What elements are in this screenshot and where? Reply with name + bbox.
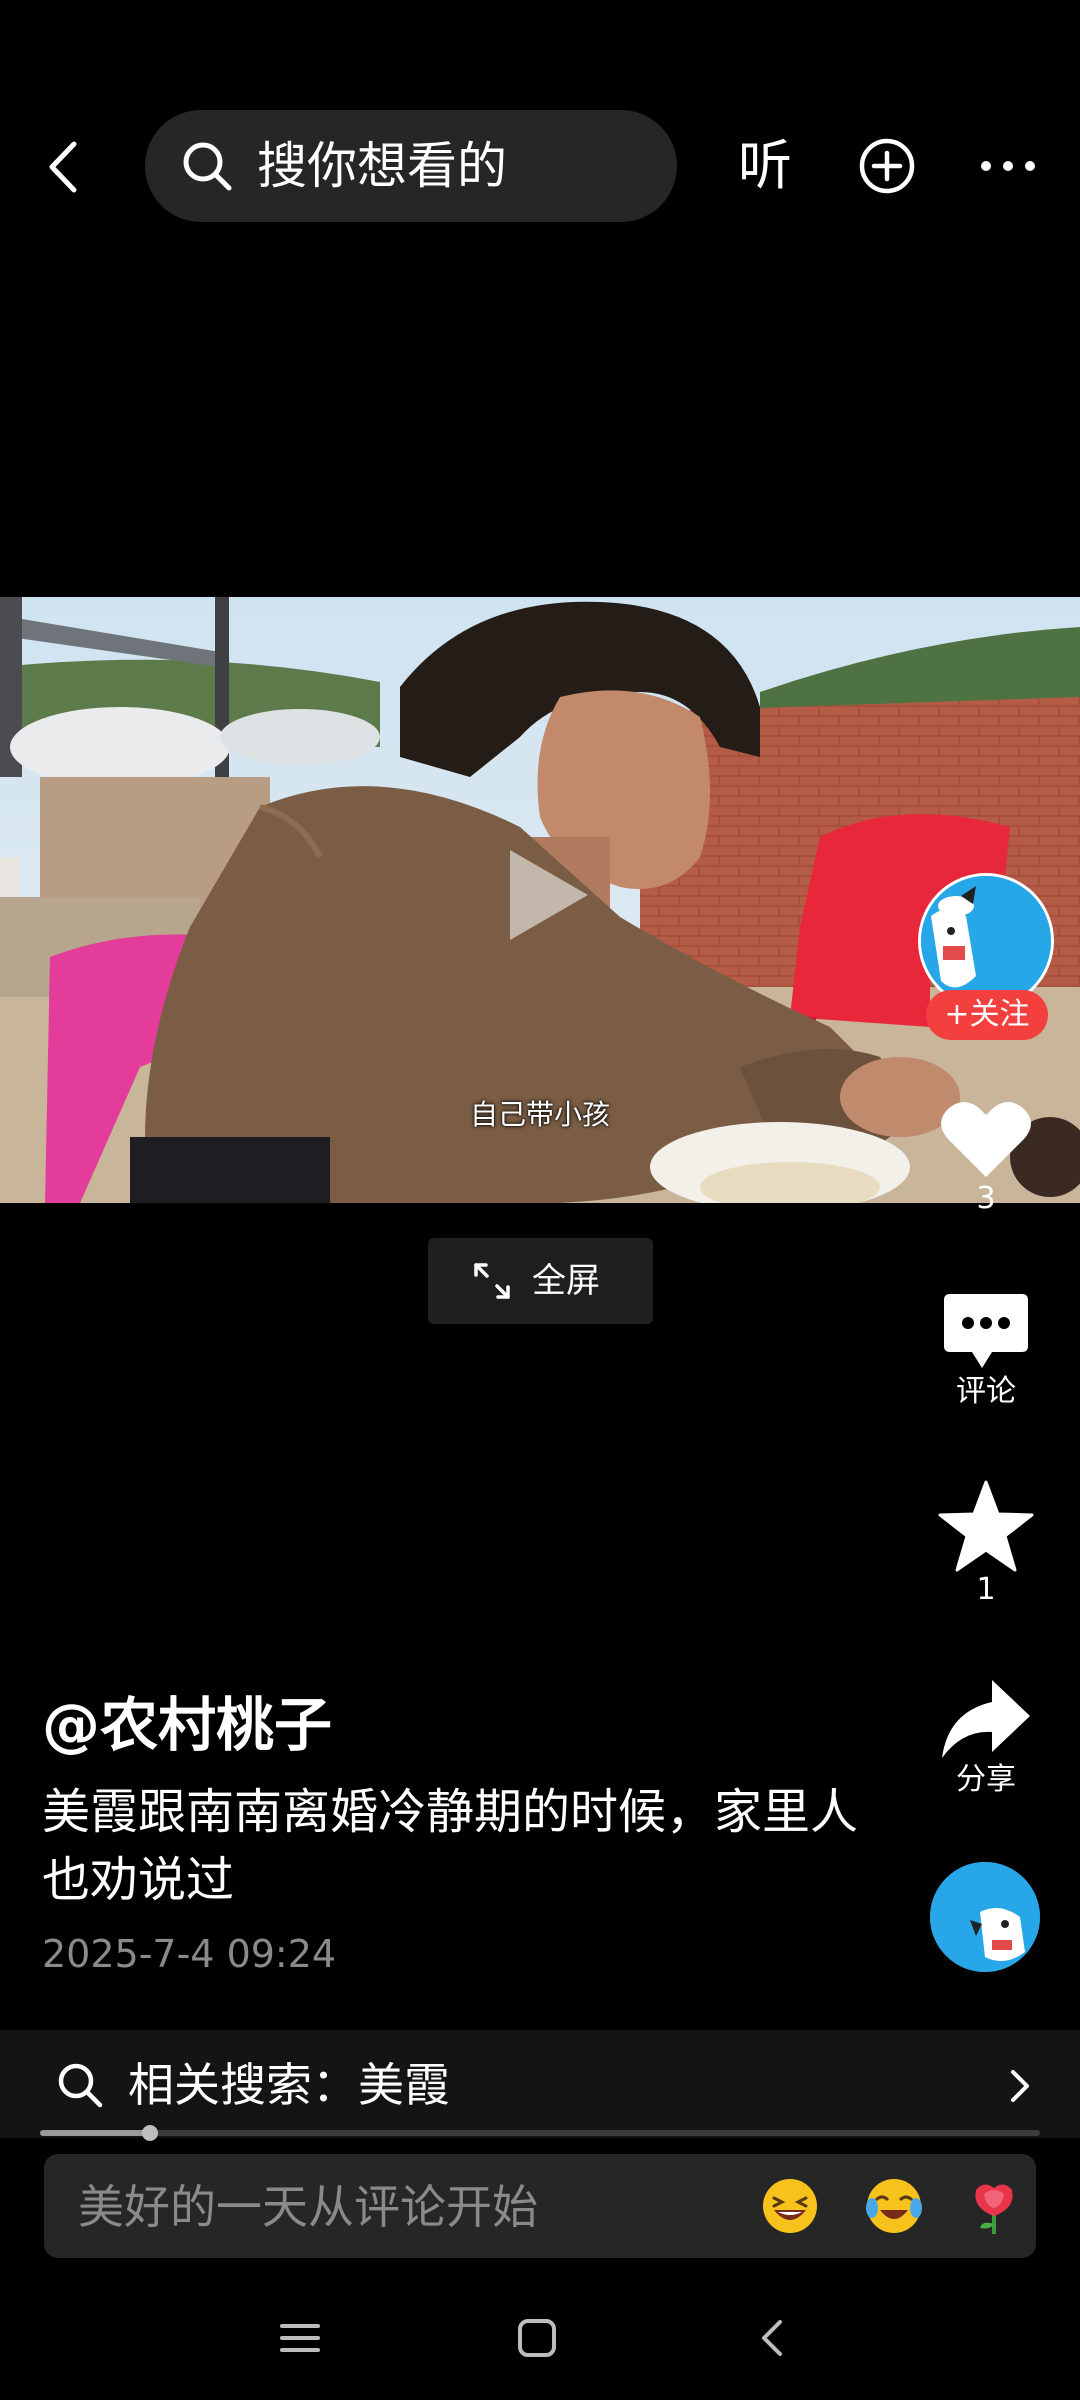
comment-icon [944, 1294, 1028, 1368]
share-button[interactable]: 分享 [926, 1676, 1046, 1798]
menu-icon[interactable] [280, 2318, 320, 2358]
heart-icon [941, 1102, 1031, 1177]
plus-circle-icon [859, 138, 915, 194]
like-button[interactable]: 3 [926, 1095, 1046, 1217]
fullscreen-label: 全屏 [532, 1261, 600, 1301]
share-icon [942, 1680, 1030, 1758]
author-name[interactable]: @农村桃子 [42, 1690, 332, 1760]
avatar-cartoon-icon [921, 876, 1051, 1006]
post-description: 美霞跟南南离婚冷静期的时候，家里人也劝说过 [42, 1784, 859, 1908]
chevron-right-icon [1011, 2070, 1029, 2102]
video-subtitle: 自己带小孩 [469, 1098, 610, 1131]
music-avatar-icon [930, 1862, 1040, 1972]
comment-placeholder: 美好的一天从评论开始 [78, 2180, 538, 2234]
comment-input[interactable]: 美好的一天从评论开始 [44, 2154, 1036, 2258]
back-icon [49, 141, 77, 193]
search-placeholder: 搜你想看的 [257, 137, 507, 195]
comment-button[interactable]: 评论 [926, 1290, 1046, 1410]
more-icon [981, 161, 1035, 171]
rose-emoji[interactable] [964, 2176, 1024, 2236]
post-date: 2025-7-4 09:24 [42, 1932, 337, 1976]
related-search-label: 相关搜索：美霞 [128, 2058, 450, 2112]
back-nav-icon[interactable] [758, 2318, 788, 2358]
progress-fill [40, 2130, 150, 2136]
system-nav-bar [0, 2290, 1080, 2390]
search-icon [58, 2063, 103, 2108]
video-page: 搜你想看的 听 自己带小孩 全屏 +关注 3 评论 1 分享 @农村桃子 美霞跟… [0, 0, 1080, 2400]
back-button[interactable] [40, 132, 90, 202]
search-input[interactable]: 搜你想看的 [145, 110, 677, 222]
related-search-bar[interactable]: 相关搜索：美霞 [0, 2030, 1080, 2138]
video-progress-bar[interactable] [40, 2125, 1040, 2141]
like-count: 3 [976, 1181, 996, 1216]
crying-laughing-emoji[interactable] [864, 2176, 924, 2236]
comment-label: 评论 [956, 1374, 1016, 1409]
star-icon [938, 1480, 1034, 1572]
favorite-button[interactable]: 1 [926, 1480, 1046, 1608]
top-bar: 搜你想看的 听 [0, 110, 1080, 225]
expand-icon [474, 1263, 510, 1299]
home-icon[interactable] [517, 2318, 557, 2358]
favorite-count: 1 [976, 1572, 996, 1607]
laughing-emoji[interactable] [760, 2176, 820, 2236]
more-button[interactable] [978, 158, 1038, 174]
search-icon [183, 142, 232, 191]
music-disc[interactable] [930, 1862, 1040, 1972]
share-label: 分享 [956, 1762, 1016, 1797]
progress-knob[interactable] [142, 2125, 158, 2141]
listen-button[interactable]: 听 [738, 134, 792, 198]
fullscreen-button[interactable]: 全屏 [428, 1238, 653, 1324]
add-button[interactable] [858, 137, 916, 195]
author-avatar[interactable] [918, 873, 1054, 1009]
follow-button[interactable]: +关注 [926, 990, 1048, 1040]
play-icon[interactable] [496, 840, 596, 950]
